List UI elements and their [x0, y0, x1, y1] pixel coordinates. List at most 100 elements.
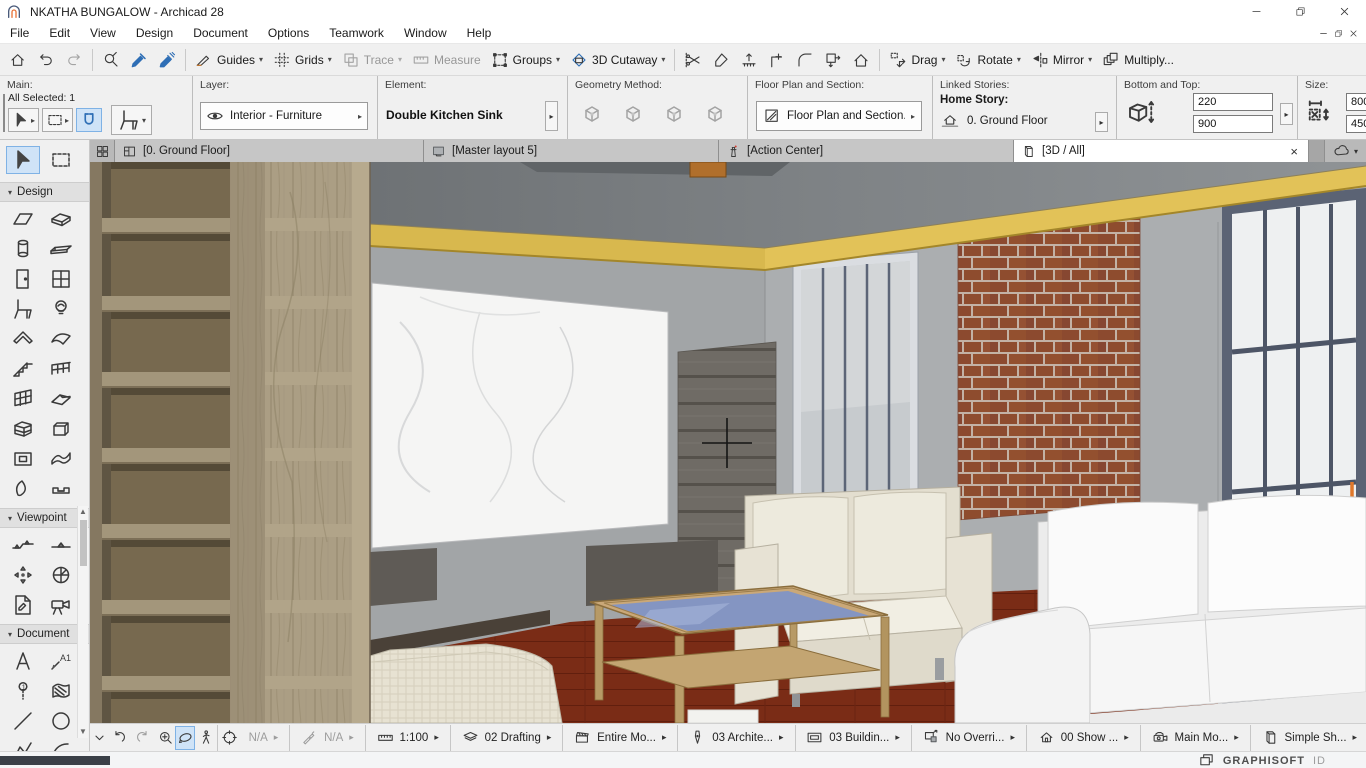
cloud-sync-button[interactable]: ▾ [1324, 140, 1366, 162]
graphisoft-id-button[interactable]: GRAPHISOFT ID [1198, 752, 1326, 768]
zone-tool[interactable] [43, 414, 79, 444]
minimize-button[interactable] [1234, 0, 1278, 23]
slab-tool[interactable] [43, 204, 79, 234]
adjust-button[interactable] [707, 47, 735, 73]
size-width-input[interactable] [1346, 93, 1366, 111]
tab-ground-floor[interactable]: [0. Ground Floor] [115, 140, 424, 162]
section-tool[interactable] [5, 530, 41, 560]
size-height-input[interactable] [1346, 115, 1366, 133]
zoom-level-select[interactable]: N/A▸ [240, 725, 288, 751]
marker-tool[interactable]: 1 [5, 676, 41, 706]
guides-button[interactable]: Guides▾ [190, 47, 268, 73]
tab-master-layout[interactable]: [Master layout 5] [424, 140, 719, 162]
layer-select[interactable]: Interior - Furniture ▸ [200, 102, 368, 130]
elevation-tool[interactable] [43, 530, 79, 560]
geometry-method-4-icon[interactable] [703, 102, 727, 126]
grids-button[interactable]: Grids▾ [268, 47, 337, 73]
curved-shell-tool[interactable] [5, 474, 41, 504]
tab-overview-button[interactable] [90, 140, 115, 162]
close-button[interactable] [1322, 0, 1366, 23]
fillet-button[interactable] [791, 47, 819, 73]
text-tool[interactable] [5, 646, 41, 676]
lamp-tool[interactable] [43, 294, 79, 324]
menu-teamwork[interactable]: Teamwork [319, 23, 394, 43]
3d-style-select[interactable]: Simple Sh...▸ [1253, 725, 1366, 751]
opening-tool[interactable] [5, 444, 41, 474]
bottom-top-flyout-button[interactable]: ▸ [1280, 103, 1293, 125]
bottom-offset-input[interactable] [1193, 115, 1273, 133]
home-button[interactable] [4, 47, 32, 73]
dimension-style-select[interactable]: 03 Buildin...▸ [797, 725, 909, 751]
toolbox-section-viewpoint[interactable]: ▾Viewpoint [0, 508, 89, 528]
toolbox-section-design[interactable]: ▾Design [0, 182, 89, 202]
mirror-button[interactable]: Mirror▾ [1026, 47, 1097, 73]
worksheet-tool[interactable] [5, 590, 41, 620]
morph-tool[interactable] [43, 444, 79, 474]
pen-set-select[interactable]: 03 Archite...▸ [680, 725, 792, 751]
home-story-flyout-button[interactable]: ▸ [1095, 112, 1108, 132]
next-view-button[interactable] [130, 725, 156, 751]
scroll-down-icon[interactable]: ▼ [79, 726, 87, 738]
floorplan-display-button[interactable]: Floor Plan and Section... ▸ [756, 101, 922, 131]
arrow-tool-flyout-button[interactable]: ▸ [8, 108, 39, 132]
mdi-restore-icon[interactable] [1334, 29, 1343, 38]
arc-tool[interactable] [43, 736, 79, 751]
menu-help[interactable]: Help [457, 23, 502, 43]
split-button[interactable] [679, 47, 707, 73]
polyline-tool[interactable] [5, 736, 41, 751]
arrow-tool[interactable] [6, 146, 40, 174]
beam-tool[interactable] [43, 234, 79, 264]
default-settings-button[interactable]: ▾ [111, 105, 152, 135]
panel-grip[interactable] [3, 94, 5, 132]
mdi-minimize-icon[interactable] [1319, 29, 1328, 38]
menu-document[interactable]: Document [183, 23, 258, 43]
measure-button[interactable]: Measure [407, 47, 486, 73]
layer-combination-select[interactable]: 02 Drafting▸ [453, 725, 561, 751]
groups-button[interactable]: Groups▾ [486, 47, 565, 73]
label-tool[interactable]: A1 [43, 646, 79, 676]
scroll-thumb[interactable] [80, 520, 87, 566]
tab-action-center[interactable]: [Action Center] [719, 140, 1014, 162]
detail-tool[interactable] [43, 560, 79, 590]
menu-view[interactable]: View [80, 23, 126, 43]
explore-button[interactable] [195, 726, 215, 750]
railing-tool[interactable] [43, 354, 79, 384]
stretch-button[interactable] [847, 47, 875, 73]
wall-tool[interactable] [5, 204, 41, 234]
tab-3d-all[interactable]: [3D / All]× [1014, 140, 1309, 162]
menu-file[interactable]: File [0, 23, 39, 43]
interior-elevation-tool[interactable] [5, 560, 41, 590]
line-tool[interactable] [5, 706, 41, 736]
menu-edit[interactable]: Edit [39, 23, 80, 43]
resize-button[interactable] [819, 47, 847, 73]
undo-button[interactable] [32, 47, 60, 73]
top-offset-input[interactable] [1193, 93, 1273, 111]
model-compare-select[interactable]: Main Mo...▸ [1143, 725, 1248, 751]
toolbox-section-document[interactable]: ▾Document [0, 624, 89, 644]
element-flyout-button[interactable]: ▸ [545, 101, 558, 131]
3d-cutaway-button[interactable]: 3D Cutaway▾ [565, 47, 670, 73]
scroll-up-icon[interactable]: ▲ [79, 506, 87, 518]
column-tool[interactable] [5, 234, 41, 264]
stair-tool[interactable] [5, 354, 41, 384]
geometry-method-3-icon[interactable] [662, 102, 686, 126]
mesh-tool[interactable] [5, 414, 41, 444]
marquee-tool[interactable] [44, 146, 78, 174]
gravity-magnet-toggle[interactable] [76, 108, 102, 132]
toolbox-scrollbar[interactable]: ▲ ▼ [77, 506, 88, 738]
fit-in-window-button[interactable] [220, 726, 240, 750]
orbit-button[interactable] [175, 726, 195, 750]
inject-parameters-button[interactable] [153, 47, 181, 73]
quick-options-toggle[interactable] [90, 726, 110, 750]
close-tab-button[interactable]: × [1287, 144, 1301, 159]
intersect-button[interactable] [763, 47, 791, 73]
curtain-wall-tool[interactable] [5, 384, 41, 414]
geometry-method-2-icon[interactable] [621, 102, 645, 126]
fill-tool[interactable] [43, 676, 79, 706]
find-select-button[interactable] [97, 47, 125, 73]
3d-viewport[interactable] [90, 162, 1366, 723]
door-tool[interactable] [5, 264, 41, 294]
shell-tool[interactable] [43, 324, 79, 354]
multiply-button[interactable]: Multiply... [1097, 47, 1179, 73]
geometry-method-1-icon[interactable] [580, 102, 604, 126]
